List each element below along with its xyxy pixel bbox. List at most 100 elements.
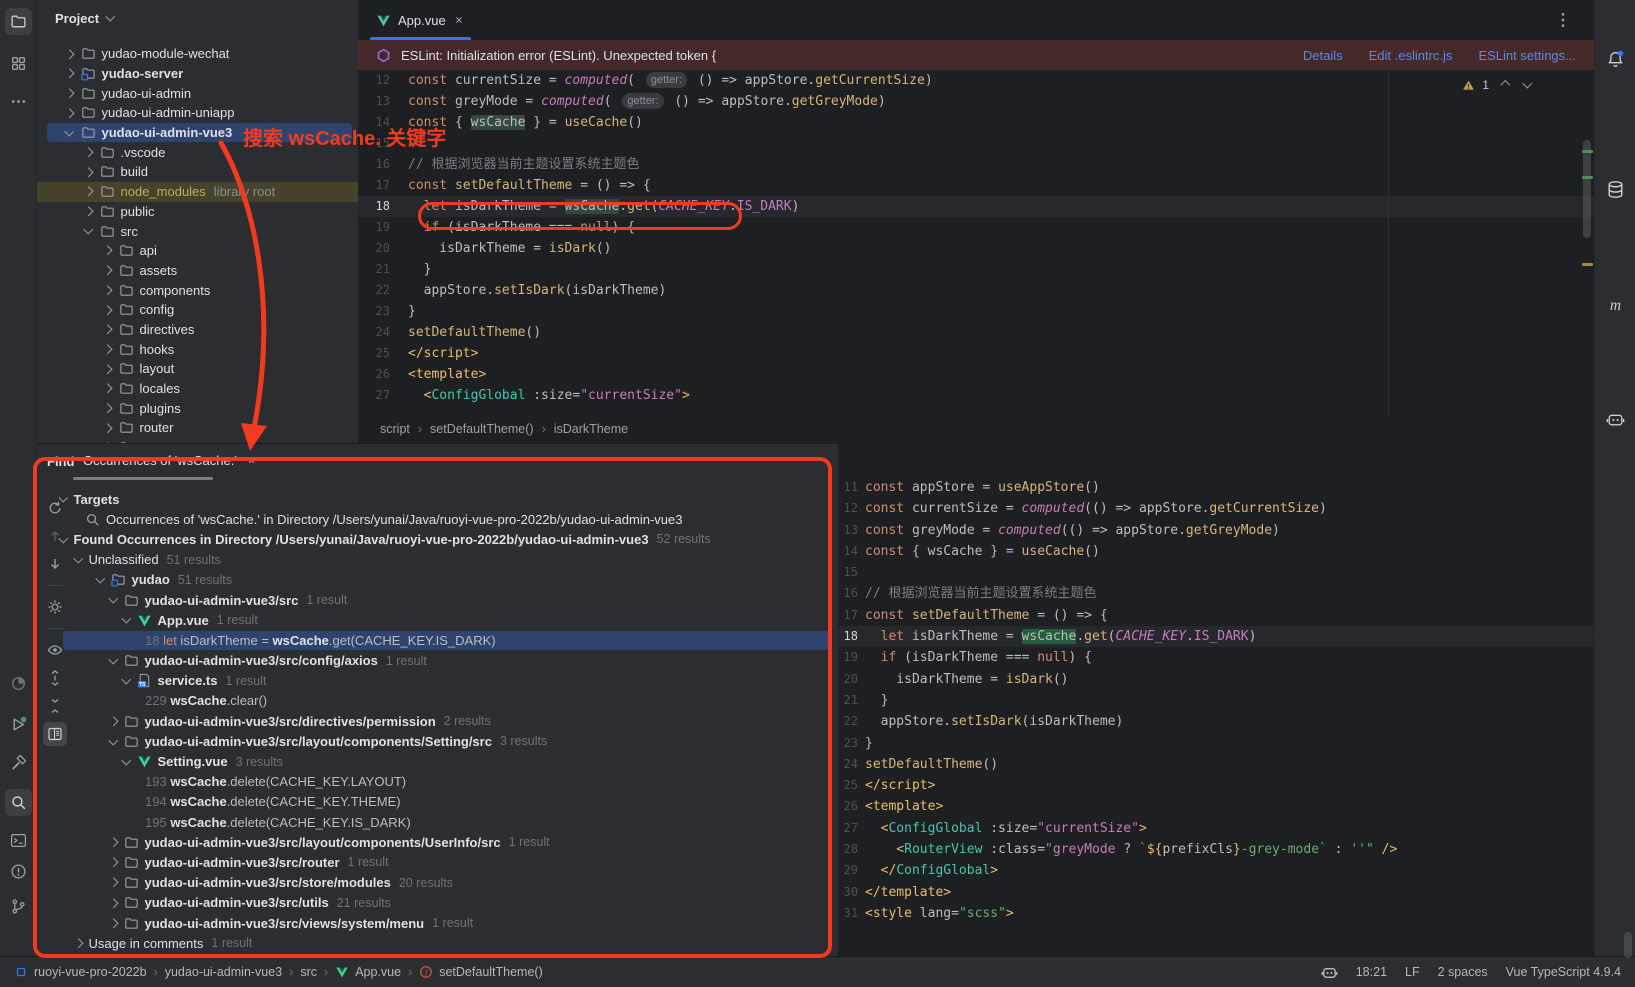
line-number[interactable]: 20 (358, 238, 390, 259)
editor-code-area[interactable]: 12const currentSize = computed( getter: … (358, 70, 1594, 415)
find-result-row[interactable]: 193 wsCache.delete(CACHE_KEY.LAYOUT) (37, 772, 838, 792)
code-line-16[interactable]: 16// 根据浏览器当前主题设置系统主题色 (358, 154, 1594, 175)
previous-issue-icon[interactable] (1501, 80, 1510, 89)
find-result-row[interactable]: Usage in comments1 result (37, 933, 838, 953)
find-result-row[interactable]: TSservice.ts1 result (37, 671, 838, 691)
chevron-down-icon[interactable] (122, 675, 131, 684)
line-number[interactable]: 19 (838, 647, 858, 668)
chevron-down-icon[interactable] (84, 225, 93, 234)
line-number[interactable]: 16 (838, 583, 858, 604)
code-line-12[interactable]: 12const currentSize = computed( getter: … (358, 70, 1594, 91)
line-number[interactable]: 27 (358, 385, 390, 406)
code-line-16[interactable]: 16// 根据浏览器当前主题设置系统主题色 (838, 583, 1594, 604)
find-result-row[interactable]: Targets (37, 489, 838, 509)
line-number[interactable]: 18 (838, 626, 858, 647)
chevron-down-icon[interactable] (122, 614, 131, 623)
find-result-row[interactable]: 18 let isDarkTheme = wsCache.get(CACHE_K… (37, 630, 838, 650)
project-tree-row[interactable]: components (37, 280, 358, 300)
line-number[interactable]: 24 (838, 754, 858, 775)
chevron-right-icon[interactable] (103, 246, 112, 255)
line-number[interactable]: 12 (838, 498, 858, 519)
code-line-28[interactable]: 28 <RouterView :class="greyMode ? `${pre… (838, 839, 1594, 860)
code-line-23[interactable]: 23} (358, 301, 1594, 322)
find-result-row[interactable]: 195 wsCache.delete(CACHE_KEY.IS_DARK) (37, 812, 838, 832)
status-breadcrumb-item[interactable]: App.vue (335, 965, 401, 979)
code-line-18[interactable]: 18 let isDarkTheme = wsCache.get(CACHE_K… (358, 196, 1594, 217)
line-number[interactable]: 17 (358, 175, 390, 196)
chevron-right-icon[interactable] (103, 305, 112, 314)
code-line-24[interactable]: 24setDefaultTheme() (838, 754, 1594, 775)
line-number[interactable]: 19 (358, 217, 390, 238)
find-preview-editor[interactable]: 11const appStore = useAppStore()12const … (838, 443, 1594, 956)
line-number[interactable]: 21 (838, 690, 858, 711)
code-line-20[interactable]: 20 isDarkTheme = isDark() (358, 238, 1594, 259)
code-line-18[interactable]: 18 let isDarkTheme = wsCache.get(CACHE_K… (838, 626, 1594, 647)
line-number[interactable]: 27 (838, 818, 858, 839)
code-line-13[interactable]: 13const greyMode = computed(() => appSto… (838, 520, 1594, 541)
project-tree-row[interactable]: router (37, 418, 358, 438)
chevron-right-icon[interactable] (103, 384, 112, 393)
find-result-row[interactable]: yudao-ui-admin-vue3/src1 result (37, 590, 838, 610)
project-tree-row[interactable]: public (37, 202, 358, 222)
editor-scrollbar[interactable] (1583, 140, 1591, 238)
stripe-notifications-button[interactable] (1602, 46, 1629, 73)
find-result-row[interactable]: yudao-ui-admin-vue3/src/views/system/men… (37, 913, 838, 933)
chevron-down-icon[interactable] (109, 654, 118, 663)
chevron-right-icon[interactable] (103, 325, 112, 334)
stripe-find-button[interactable] (5, 789, 32, 816)
find-results-tab[interactable]: Occurrences of 'wsCache.' (83, 453, 257, 468)
line-number[interactable]: 12 (358, 70, 390, 91)
find-result-row[interactable]: yudao51 results (37, 570, 838, 590)
chevron-down-icon[interactable] (74, 554, 83, 563)
chevron-down-icon[interactable] (59, 533, 68, 542)
stripe-database-button[interactable] (1602, 176, 1629, 203)
chevron-down-icon[interactable] (65, 126, 74, 135)
project-tree-row[interactable]: layout (37, 359, 358, 379)
find-result-row[interactable]: 229 wsCache.clear() (37, 691, 838, 711)
chevron-right-icon[interactable] (65, 89, 74, 98)
stripe-build-button[interactable] (5, 749, 32, 776)
line-number[interactable]: 16 (358, 154, 390, 175)
code-line-21[interactable]: 21 } (838, 690, 1594, 711)
code-line-29[interactable]: 29 </ConfigGlobal> (838, 860, 1594, 881)
chevron-right-icon[interactable] (109, 918, 118, 927)
window-scrollbar[interactable] (1624, 932, 1632, 958)
project-tree-row[interactable]: assets (37, 261, 358, 281)
chevron-right-icon[interactable] (103, 266, 112, 275)
code-line-27[interactable]: 27 <ConfigGlobal :size="currentSize"> (838, 818, 1594, 839)
chevron-right-icon[interactable] (84, 187, 93, 196)
find-result-row[interactable]: Occurrences of 'wsCache.' in Directory /… (37, 509, 838, 529)
status-breadcrumb-item[interactable]: yudao-ui-admin-vue3 (165, 965, 282, 979)
chevron-down-icon[interactable] (96, 574, 105, 583)
code-line-30[interactable]: 30</template> (838, 882, 1594, 903)
line-number[interactable]: 17 (838, 605, 858, 626)
find-result-row[interactable]: yudao-ui-admin-vue3/src/config/axios1 re… (37, 651, 838, 671)
line-number[interactable]: 22 (838, 711, 858, 732)
chevron-right-icon[interactable] (109, 838, 118, 847)
code-line-13[interactable]: 13const greyMode = computed( getter: () … (358, 91, 1594, 112)
stripe-services-button[interactable] (5, 711, 32, 738)
line-number[interactable]: 30 (838, 882, 858, 903)
line-number[interactable]: 25 (838, 775, 858, 796)
line-number[interactable]: 24 (358, 322, 390, 343)
code-line-17[interactable]: 17const setDefaultTheme = () => { (838, 605, 1594, 626)
stripe-structure-button[interactable] (5, 50, 32, 77)
line-number[interactable]: 15 (358, 133, 390, 154)
close-tab-icon[interactable] (453, 14, 465, 26)
find-result-row[interactable]: 194 wsCache.delete(CACHE_KEY.THEME) (37, 792, 838, 812)
banner-link-eslint-settings[interactable]: ESLint settings... (1478, 48, 1576, 63)
chevron-down-icon[interactable] (109, 594, 118, 603)
line-number[interactable]: 14 (358, 112, 390, 133)
line-number[interactable]: 23 (838, 733, 858, 754)
code-line-17[interactable]: 17const setDefaultTheme = () => { (358, 175, 1594, 196)
stripe-problems-button[interactable] (5, 858, 32, 885)
project-tree-row[interactable]: plugins (37, 398, 358, 418)
find-result-row[interactable]: yudao-ui-admin-vue3/src/router1 result (37, 852, 838, 872)
stripe-project-button[interactable] (5, 8, 32, 35)
line-number[interactable]: 31 (838, 903, 858, 924)
status-widget[interactable]: 18:21 (1356, 965, 1387, 979)
chevron-down-icon[interactable] (59, 493, 68, 502)
code-line-19[interactable]: 19 if (isDarkTheme === null) { (838, 647, 1594, 668)
project-panel-header[interactable]: Project (37, 0, 358, 36)
stripe-more-tools-button[interactable] (5, 88, 32, 115)
